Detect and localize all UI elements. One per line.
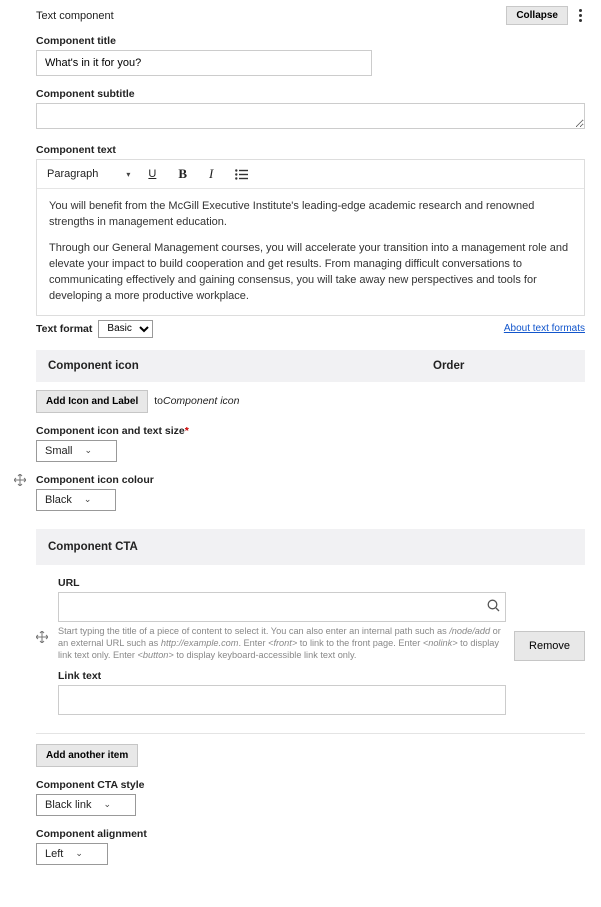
icon-text-size-select[interactable]: Small ⌄ [36,440,117,462]
add-another-item-button[interactable]: Add another item [36,744,138,767]
icon-colour-select[interactable]: Black ⌄ [36,489,116,511]
drag-handle-icon[interactable] [14,474,26,486]
icon-text-size-label: Component icon and text size* [36,425,585,437]
chevron-down-icon: ▾ [126,170,130,179]
link-text-input[interactable] [58,685,506,715]
chevron-down-icon: ⌄ [85,445,93,456]
component-cta-heading: Component CTA [36,529,585,565]
about-text-formats-link[interactable]: About text formats [504,323,585,334]
component-subtitle-input[interactable] [36,103,585,129]
component-icon-band: Component icon Order [36,350,585,382]
add-icon-target-text: toComponent icon [154,395,239,407]
editor-paragraph: Through our General Management courses, … [49,241,572,305]
chevron-down-icon: ⌄ [75,848,83,859]
order-heading: Order [433,360,573,372]
cta-style-label: Component CTA style [36,779,585,791]
bullet-list-button[interactable] [231,167,253,182]
url-help-text: Start typing the title of a piece of con… [58,625,506,662]
component-icon-heading: Component icon [48,360,433,372]
remove-button[interactable]: Remove [514,631,585,661]
url-label: URL [58,577,506,589]
component-text-label: Component text [36,144,585,156]
component-title-label: Component title [36,35,585,47]
icon-colour-value: Black [45,494,72,506]
editor-paragraph: You will benefit from the McGill Executi… [49,199,572,231]
component-type-title: Text component [36,10,114,22]
rich-text-editor[interactable]: You will benefit from the McGill Executi… [37,189,584,315]
component-subtitle-label: Component subtitle [36,88,585,100]
add-icon-label-button[interactable]: Add Icon and Label [36,390,148,413]
search-icon[interactable] [487,599,500,615]
cta-style-select[interactable]: Black link ⌄ [36,794,136,816]
text-format-label: Text format [36,323,92,335]
kebab-menu[interactable] [576,6,585,25]
cta-style-value: Black link [45,799,91,811]
divider [36,733,585,734]
paragraph-format-select[interactable]: Paragraph ▾ [47,168,130,180]
alignment-select[interactable]: Left ⌄ [36,843,108,865]
chevron-down-icon: ⌄ [103,799,111,810]
bold-button[interactable]: B [174,164,191,184]
alignment-value: Left [45,848,63,860]
icon-colour-label: Component icon colour [36,474,585,486]
url-input[interactable] [58,592,506,622]
alignment-label: Component alignment [36,828,585,840]
collapse-button[interactable]: Collapse [506,6,568,25]
paragraph-format-value: Paragraph [47,168,98,180]
text-format-select[interactable]: Basic [98,320,153,338]
link-text-label: Link text [58,670,506,682]
chevron-down-icon: ⌄ [84,494,92,505]
component-title-input[interactable] [36,50,372,76]
underline-button[interactable]: U [144,166,160,182]
icon-text-size-value: Small [45,445,73,457]
drag-handle-icon[interactable] [36,631,48,643]
italic-button[interactable]: I [205,164,217,184]
